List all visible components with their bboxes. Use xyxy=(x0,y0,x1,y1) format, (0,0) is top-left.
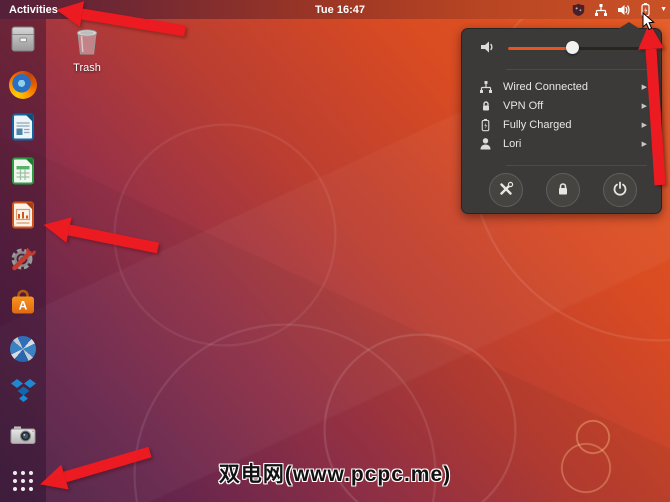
lock-button[interactable] xyxy=(546,173,580,207)
dock-item-firefox[interactable] xyxy=(8,70,38,100)
files-icon xyxy=(8,24,38,59)
dock-item-dropbox[interactable] xyxy=(8,378,38,408)
settings-tools-icon xyxy=(8,244,38,279)
libreoffice-impress-icon xyxy=(8,200,38,235)
dock-item-libreoffice-calc[interactable] xyxy=(8,156,38,191)
dock-item-photos[interactable] xyxy=(8,334,38,364)
menu-item-label: Lori xyxy=(503,137,522,150)
system-tray[interactable]: ▼ xyxy=(572,0,667,19)
menu-item-label: Wired Connected xyxy=(503,80,588,93)
submenu-arrow-icon: ▶ xyxy=(641,83,647,91)
dock-item-settings[interactable] xyxy=(8,244,38,279)
volume-knob[interactable] xyxy=(565,41,579,54)
menu-separator xyxy=(506,69,647,70)
dock-item-libreoffice-writer[interactable] xyxy=(8,112,38,147)
dock: A xyxy=(0,19,46,502)
menu-separator xyxy=(506,165,647,166)
lock-icon xyxy=(555,181,571,200)
menu-item-label: Fully Charged xyxy=(503,118,572,131)
wired-network-icon xyxy=(478,80,493,94)
watermark-text: 双电网(www.pcpc.me) xyxy=(218,463,452,486)
menu-notch xyxy=(618,22,640,29)
trash-label: Trash xyxy=(73,62,101,74)
menu-item-battery[interactable]: Fully Charged ▶ xyxy=(478,115,651,134)
activities-button[interactable]: Activities xyxy=(0,4,67,16)
firefox-icon xyxy=(9,71,37,99)
power-icon xyxy=(612,181,628,200)
dock-item-ubuntu-software[interactable]: A xyxy=(8,288,38,323)
camera-icon xyxy=(8,420,38,455)
system-menu: Wired Connected ▶ VPN Off ▶ Fully Charge… xyxy=(461,22,662,214)
photos-pinwheel-icon xyxy=(10,336,36,362)
clock[interactable]: Tue 16:47 xyxy=(315,4,365,16)
shield-icon[interactable] xyxy=(572,3,585,16)
menu-item-user[interactable]: Lori ▶ xyxy=(478,134,651,153)
submenu-arrow-icon: ▶ xyxy=(641,140,647,148)
speaker-icon xyxy=(480,40,496,57)
top-bar: Activities Tue 16:47 ▼ xyxy=(0,0,670,19)
wired-network-icon[interactable] xyxy=(594,3,608,17)
volume-icon[interactable] xyxy=(617,4,631,16)
svg-text:A: A xyxy=(19,298,28,312)
dock-item-camera[interactable] xyxy=(8,422,38,452)
submenu-arrow-icon: ▶ xyxy=(641,102,647,110)
dock-item-libreoffice-impress[interactable] xyxy=(8,200,38,235)
trash-desktop-icon[interactable]: Trash xyxy=(64,26,110,74)
trash-icon xyxy=(73,29,101,60)
dock-item-files[interactable] xyxy=(8,26,38,56)
power-button[interactable] xyxy=(603,173,637,207)
menu-item-vpn[interactable]: VPN Off ▶ xyxy=(478,96,651,115)
ubuntu-desktop: Activities Tue 16:47 ▼ A Trash Wired Con… xyxy=(0,0,670,502)
settings-icon xyxy=(498,181,514,200)
dropdown-caret-icon[interactable]: ▼ xyxy=(660,6,667,13)
battery-icon xyxy=(478,118,493,132)
volume-slider[interactable] xyxy=(508,41,647,55)
libreoffice-writer-icon xyxy=(8,112,38,147)
ubuntu-software-icon: A xyxy=(8,288,38,323)
menu-button-row xyxy=(489,173,637,207)
libreoffice-calc-icon xyxy=(8,156,38,191)
volume-fill xyxy=(508,47,572,50)
settings-button[interactable] xyxy=(489,173,523,207)
battery-icon[interactable] xyxy=(640,2,651,17)
menu-item-network[interactable]: Wired Connected ▶ xyxy=(478,77,651,96)
vpn-lock-icon xyxy=(478,99,493,113)
dropbox-icon xyxy=(10,378,37,408)
menu-item-label: VPN Off xyxy=(503,99,544,112)
user-icon xyxy=(478,137,493,150)
submenu-arrow-icon: ▶ xyxy=(641,121,647,129)
